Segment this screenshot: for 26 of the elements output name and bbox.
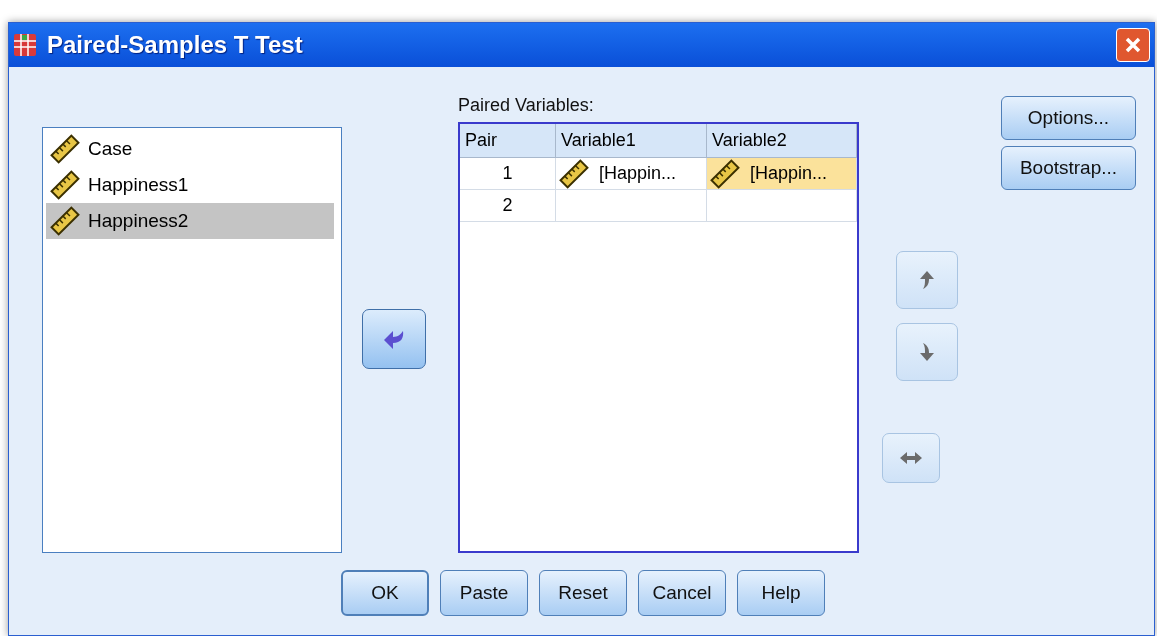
arrow-up-icon bbox=[919, 270, 935, 290]
window-title: Paired-Samples T Test bbox=[47, 30, 303, 60]
column-header: Variable2 bbox=[707, 124, 857, 157]
close-button[interactable] bbox=[1116, 28, 1150, 62]
dialog-button[interactable]: Reset bbox=[539, 570, 627, 616]
table-cell[interactable]: [Happin... bbox=[556, 158, 707, 189]
dialog-button[interactable]: OK bbox=[341, 570, 429, 616]
close-icon bbox=[1124, 36, 1142, 54]
move-button[interactable] bbox=[362, 309, 426, 369]
arrow-down-icon bbox=[919, 342, 935, 362]
variable-item[interactable]: Case bbox=[46, 131, 334, 167]
ruler-icon bbox=[710, 158, 740, 189]
ruler-icon bbox=[559, 158, 589, 189]
paired-variables-label: Paired Variables: bbox=[458, 94, 595, 116]
dialog-button[interactable]: Help bbox=[737, 570, 825, 616]
dialog-button[interactable]: Bootstrap... bbox=[1001, 146, 1136, 190]
column-header: Variable1 bbox=[556, 124, 707, 157]
variable-item[interactable]: Happiness2 bbox=[46, 203, 334, 239]
table-icon bbox=[13, 33, 37, 57]
variable-item[interactable]: Happiness1 bbox=[46, 167, 334, 203]
table-cell[interactable]: [Happin... bbox=[707, 158, 857, 189]
dialog-button[interactable]: Cancel bbox=[638, 570, 726, 616]
dialog-button[interactable]: Paste bbox=[440, 570, 528, 616]
dialog-button[interactable]: Options... bbox=[1001, 96, 1136, 140]
column-header: Pair bbox=[460, 124, 556, 157]
swap-arrows-icon bbox=[899, 451, 923, 465]
